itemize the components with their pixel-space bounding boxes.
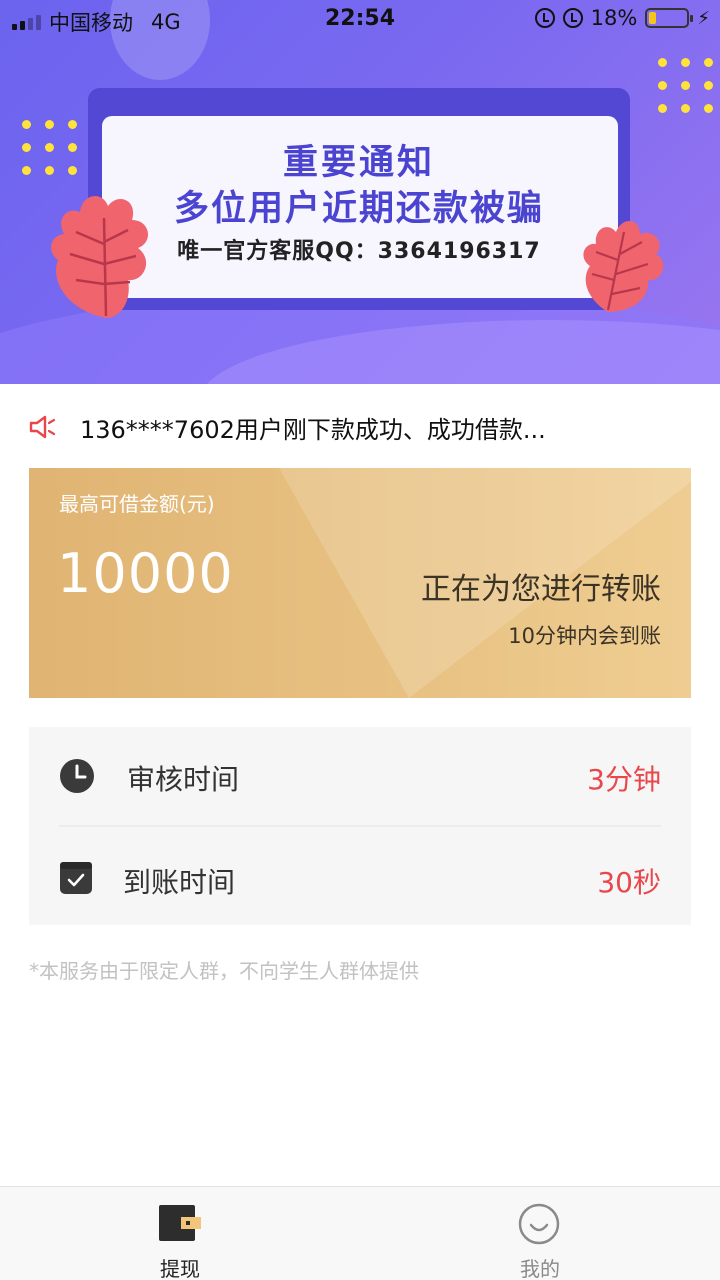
arrival-time-label: 到账时间: [123, 866, 236, 899]
review-time-value: 3分钟: [587, 763, 661, 796]
clock-icon: [60, 759, 94, 793]
wallet-icon: [159, 1205, 201, 1241]
status-bar: 中国移动 4G 22:54 18% ⚡: [0, 0, 720, 40]
notice-text: 重要通知 多位用户近期还款被骗 唯一官方客服QQ：3364196317: [88, 140, 630, 272]
leaf-icon: [51, 195, 149, 318]
arrival-time-row: 到账时间 30秒: [29, 827, 691, 925]
tab-mine[interactable]: 我的: [360, 1187, 720, 1280]
speaker-icon: [29, 415, 56, 439]
service-disclaimer: *本服务由于限定人群，不向学生人群体提供: [29, 959, 419, 983]
transfer-eta: 10分钟内会到账: [508, 624, 661, 648]
tab-withdraw[interactable]: 提现: [0, 1187, 360, 1280]
notice-title: 重要通知: [282, 143, 435, 183]
ticker-text: 136****7602用户刚下款成功、成功借款...: [80, 416, 546, 444]
dots-decoration: [22, 120, 77, 175]
announcement-ticker[interactable]: 136****7602用户刚下款成功、成功借款...: [0, 400, 720, 456]
review-time-label: 审核时间: [127, 763, 240, 796]
arrival-time-value: 30秒: [597, 866, 661, 899]
review-time-row: 审核时间 3分钟: [29, 727, 691, 825]
smiley-icon: [518, 1203, 560, 1245]
dots-decoration: [658, 58, 713, 113]
bottom-tab-bar: 提现 我的: [0, 1186, 720, 1280]
alarm-icon: [562, 8, 583, 28]
loan-amount: 10000: [57, 542, 234, 605]
transfer-status: 正在为您进行转账: [421, 572, 661, 607]
battery-icon: [645, 8, 694, 28]
checkbox-icon: [60, 862, 92, 894]
tab-withdraw-label: 提现: [160, 1257, 200, 1280]
tab-mine-label: 我的: [520, 1257, 560, 1280]
rotation-lock-icon: [534, 8, 555, 28]
loan-limit-label: 最高可借金额(元): [59, 492, 215, 516]
timing-panel: 审核时间 3分钟 到账时间 30秒: [29, 727, 691, 925]
battery-percent: 18%: [590, 6, 638, 30]
charging-icon: ⚡: [697, 7, 710, 29]
loan-card: 最高可借金额(元) 10000 正在为您进行转账 10分钟内会到账: [29, 468, 691, 698]
notice-contact: 唯一官方客服QQ：3364196317: [177, 239, 541, 264]
notice-subtitle: 多位用户近期还款被骗: [173, 189, 544, 229]
notice-banner[interactable]: 重要通知 多位用户近期还款被骗 唯一官方客服QQ：3364196317: [0, 0, 720, 384]
leaf-icon: [583, 220, 664, 312]
